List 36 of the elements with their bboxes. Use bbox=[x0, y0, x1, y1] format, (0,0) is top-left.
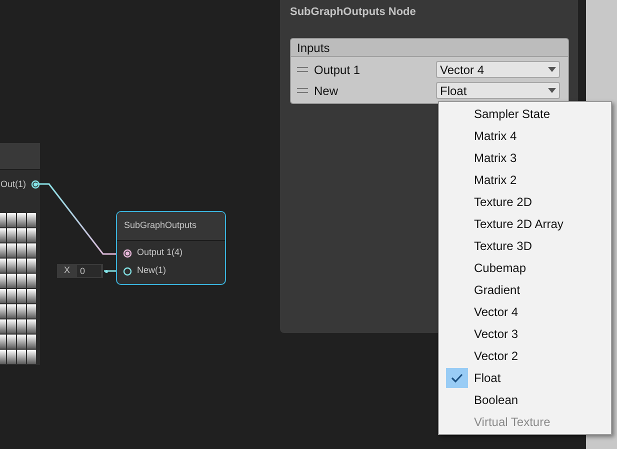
value-input[interactable]: 0 bbox=[77, 265, 102, 277]
port-icon[interactable] bbox=[123, 248, 132, 258]
drag-handle-icon[interactable] bbox=[297, 88, 308, 93]
inline-value-field[interactable]: X 0 bbox=[57, 264, 103, 278]
menu-item[interactable]: Float bbox=[439, 367, 611, 389]
port-label: Out(1) bbox=[0, 178, 26, 191]
port-icon[interactable] bbox=[31, 180, 40, 190]
input-name: Output 1 bbox=[314, 62, 362, 78]
menu-item[interactable]: Gradient bbox=[439, 279, 611, 301]
node-title: SubGraphOutputs bbox=[124, 219, 197, 232]
section-title: Inputs bbox=[297, 40, 330, 56]
menu-item[interactable]: Texture 3D bbox=[439, 235, 611, 257]
port-label: Output 1(4) bbox=[137, 246, 183, 260]
inspector-title: SubGraphOutputs Node bbox=[290, 5, 417, 18]
caret-icon bbox=[548, 67, 556, 72]
menu-item[interactable]: Texture 2D Array bbox=[439, 213, 611, 235]
node-panel[interactable]: SubGraphOutputs Output 1(4) New(1) bbox=[116, 211, 226, 285]
drag-handle-icon[interactable] bbox=[297, 67, 308, 72]
axis-label: X bbox=[63, 264, 72, 278]
port-icon[interactable] bbox=[123, 266, 132, 276]
menu-item[interactable]: Boolean bbox=[439, 389, 611, 411]
menu-item[interactable]: Vector 2 bbox=[439, 345, 611, 367]
menu-item[interactable]: Texture 2D bbox=[439, 191, 611, 213]
menu-item[interactable]: Matrix 4 bbox=[439, 125, 611, 147]
menu-item[interactable]: Cubemap bbox=[439, 257, 611, 279]
menu-item[interactable]: Vector 3 bbox=[439, 323, 611, 345]
menu-item[interactable]: Vector 4 bbox=[439, 301, 611, 323]
input-name: New bbox=[314, 82, 340, 100]
type-dropdown[interactable]: Float bbox=[436, 82, 560, 99]
menu-item[interactable]: Sampler State bbox=[439, 103, 611, 125]
caret-icon bbox=[548, 88, 556, 93]
check-icon bbox=[446, 368, 468, 388]
type-dropdown[interactable]: Vector 4 bbox=[436, 61, 560, 78]
menu-item[interactable]: Matrix 2 bbox=[439, 169, 611, 191]
port-label: New(1) bbox=[137, 264, 166, 278]
menu-item[interactable]: Matrix 3 bbox=[439, 147, 611, 169]
